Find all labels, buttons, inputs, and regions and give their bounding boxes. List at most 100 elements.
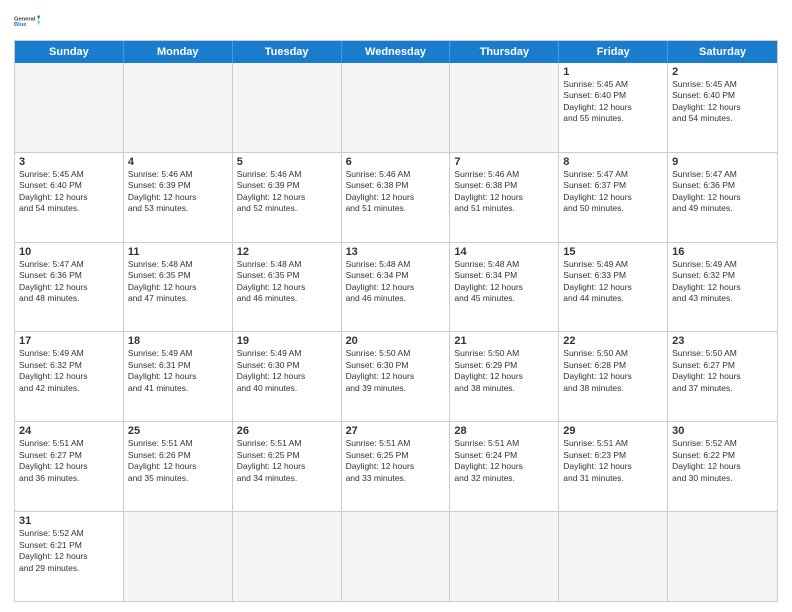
cell-date-number: 18 — [128, 335, 228, 347]
empty-cell — [124, 63, 233, 152]
cell-date-number: 5 — [237, 156, 337, 168]
cell-info: Sunrise: 5:48 AM Sunset: 6:34 PM Dayligh… — [454, 259, 554, 305]
cell-date-number: 25 — [128, 425, 228, 437]
cell-info: Sunrise: 5:51 AM Sunset: 6:25 PM Dayligh… — [237, 438, 337, 484]
date-cell-23: 23Sunrise: 5:50 AM Sunset: 6:27 PM Dayli… — [668, 332, 777, 421]
cell-info: Sunrise: 5:50 AM Sunset: 6:29 PM Dayligh… — [454, 348, 554, 394]
logo: GeneralBlue — [14, 10, 46, 34]
date-cell-19: 19Sunrise: 5:49 AM Sunset: 6:30 PM Dayli… — [233, 332, 342, 421]
cell-info: Sunrise: 5:49 AM Sunset: 6:31 PM Dayligh… — [128, 348, 228, 394]
cell-info: Sunrise: 5:51 AM Sunset: 6:25 PM Dayligh… — [346, 438, 446, 484]
cell-info: Sunrise: 5:46 AM Sunset: 6:39 PM Dayligh… — [128, 169, 228, 215]
cell-date-number: 11 — [128, 246, 228, 258]
calendar-row-5: 24Sunrise: 5:51 AM Sunset: 6:27 PM Dayli… — [15, 421, 777, 511]
empty-cell — [124, 512, 233, 601]
calendar-row-1: 1Sunrise: 5:45 AM Sunset: 6:40 PM Daylig… — [15, 63, 777, 152]
cell-date-number: 14 — [454, 246, 554, 258]
cell-date-number: 29 — [563, 425, 663, 437]
cell-date-number: 28 — [454, 425, 554, 437]
cell-date-number: 21 — [454, 335, 554, 347]
cell-info: Sunrise: 5:51 AM Sunset: 6:23 PM Dayligh… — [563, 438, 663, 484]
date-cell-29: 29Sunrise: 5:51 AM Sunset: 6:23 PM Dayli… — [559, 422, 668, 511]
cell-date-number: 15 — [563, 246, 663, 258]
cell-info: Sunrise: 5:50 AM Sunset: 6:28 PM Dayligh… — [563, 348, 663, 394]
cell-date-number: 2 — [672, 66, 773, 78]
date-cell-9: 9Sunrise: 5:47 AM Sunset: 6:36 PM Daylig… — [668, 153, 777, 242]
date-cell-20: 20Sunrise: 5:50 AM Sunset: 6:30 PM Dayli… — [342, 332, 451, 421]
cell-info: Sunrise: 5:47 AM Sunset: 6:36 PM Dayligh… — [19, 259, 119, 305]
date-cell-27: 27Sunrise: 5:51 AM Sunset: 6:25 PM Dayli… — [342, 422, 451, 511]
date-cell-18: 18Sunrise: 5:49 AM Sunset: 6:31 PM Dayli… — [124, 332, 233, 421]
calendar: SundayMondayTuesdayWednesdayThursdayFrid… — [14, 40, 778, 602]
cell-info: Sunrise: 5:52 AM Sunset: 6:22 PM Dayligh… — [672, 438, 773, 484]
cell-info: Sunrise: 5:46 AM Sunset: 6:38 PM Dayligh… — [454, 169, 554, 215]
cell-date-number: 16 — [672, 246, 773, 258]
cell-info: Sunrise: 5:51 AM Sunset: 6:26 PM Dayligh… — [128, 438, 228, 484]
cell-info: Sunrise: 5:46 AM Sunset: 6:38 PM Dayligh… — [346, 169, 446, 215]
cell-date-number: 19 — [237, 335, 337, 347]
cell-date-number: 22 — [563, 335, 663, 347]
cell-date-number: 26 — [237, 425, 337, 437]
date-cell-28: 28Sunrise: 5:51 AM Sunset: 6:24 PM Dayli… — [450, 422, 559, 511]
empty-cell — [450, 512, 559, 601]
svg-text:Blue: Blue — [14, 22, 26, 28]
page-header: GeneralBlue — [14, 10, 778, 34]
date-cell-15: 15Sunrise: 5:49 AM Sunset: 6:33 PM Dayli… — [559, 243, 668, 332]
date-cell-7: 7Sunrise: 5:46 AM Sunset: 6:38 PM Daylig… — [450, 153, 559, 242]
cell-date-number: 3 — [19, 156, 119, 168]
cell-info: Sunrise: 5:48 AM Sunset: 6:35 PM Dayligh… — [128, 259, 228, 305]
header-cell-saturday: Saturday — [668, 41, 777, 63]
empty-cell — [342, 512, 451, 601]
cell-info: Sunrise: 5:46 AM Sunset: 6:39 PM Dayligh… — [237, 169, 337, 215]
empty-cell — [233, 512, 342, 601]
empty-cell — [233, 63, 342, 152]
date-cell-16: 16Sunrise: 5:49 AM Sunset: 6:32 PM Dayli… — [668, 243, 777, 332]
cell-info: Sunrise: 5:45 AM Sunset: 6:40 PM Dayligh… — [672, 79, 773, 125]
logo-icon: GeneralBlue — [14, 10, 46, 34]
cell-info: Sunrise: 5:51 AM Sunset: 6:24 PM Dayligh… — [454, 438, 554, 484]
cell-info: Sunrise: 5:48 AM Sunset: 6:34 PM Dayligh… — [346, 259, 446, 305]
date-cell-10: 10Sunrise: 5:47 AM Sunset: 6:36 PM Dayli… — [15, 243, 124, 332]
date-cell-13: 13Sunrise: 5:48 AM Sunset: 6:34 PM Dayli… — [342, 243, 451, 332]
empty-cell — [668, 512, 777, 601]
date-cell-21: 21Sunrise: 5:50 AM Sunset: 6:29 PM Dayli… — [450, 332, 559, 421]
calendar-row-3: 10Sunrise: 5:47 AM Sunset: 6:36 PM Dayli… — [15, 242, 777, 332]
date-cell-26: 26Sunrise: 5:51 AM Sunset: 6:25 PM Dayli… — [233, 422, 342, 511]
cell-date-number: 30 — [672, 425, 773, 437]
cell-date-number: 6 — [346, 156, 446, 168]
calendar-header-row: SundayMondayTuesdayWednesdayThursdayFrid… — [15, 41, 777, 63]
cell-date-number: 12 — [237, 246, 337, 258]
empty-cell — [450, 63, 559, 152]
cell-date-number: 13 — [346, 246, 446, 258]
empty-cell — [342, 63, 451, 152]
cell-info: Sunrise: 5:45 AM Sunset: 6:40 PM Dayligh… — [563, 79, 663, 125]
cell-info: Sunrise: 5:51 AM Sunset: 6:27 PM Dayligh… — [19, 438, 119, 484]
cell-info: Sunrise: 5:50 AM Sunset: 6:27 PM Dayligh… — [672, 348, 773, 394]
header-cell-friday: Friday — [559, 41, 668, 63]
date-cell-14: 14Sunrise: 5:48 AM Sunset: 6:34 PM Dayli… — [450, 243, 559, 332]
cell-info: Sunrise: 5:45 AM Sunset: 6:40 PM Dayligh… — [19, 169, 119, 215]
header-cell-tuesday: Tuesday — [233, 41, 342, 63]
cell-date-number: 27 — [346, 425, 446, 437]
date-cell-12: 12Sunrise: 5:48 AM Sunset: 6:35 PM Dayli… — [233, 243, 342, 332]
calendar-row-6: 31Sunrise: 5:52 AM Sunset: 6:21 PM Dayli… — [15, 511, 777, 601]
cell-date-number: 31 — [19, 515, 119, 527]
cell-date-number: 8 — [563, 156, 663, 168]
date-cell-6: 6Sunrise: 5:46 AM Sunset: 6:38 PM Daylig… — [342, 153, 451, 242]
cell-info: Sunrise: 5:52 AM Sunset: 6:21 PM Dayligh… — [19, 528, 119, 574]
cell-info: Sunrise: 5:49 AM Sunset: 6:30 PM Dayligh… — [237, 348, 337, 394]
date-cell-17: 17Sunrise: 5:49 AM Sunset: 6:32 PM Dayli… — [15, 332, 124, 421]
date-cell-8: 8Sunrise: 5:47 AM Sunset: 6:37 PM Daylig… — [559, 153, 668, 242]
cell-info: Sunrise: 5:47 AM Sunset: 6:36 PM Dayligh… — [672, 169, 773, 215]
calendar-row-2: 3Sunrise: 5:45 AM Sunset: 6:40 PM Daylig… — [15, 152, 777, 242]
cell-info: Sunrise: 5:47 AM Sunset: 6:37 PM Dayligh… — [563, 169, 663, 215]
header-cell-thursday: Thursday — [450, 41, 559, 63]
date-cell-22: 22Sunrise: 5:50 AM Sunset: 6:28 PM Dayli… — [559, 332, 668, 421]
header-cell-wednesday: Wednesday — [342, 41, 451, 63]
header-cell-monday: Monday — [124, 41, 233, 63]
cell-date-number: 4 — [128, 156, 228, 168]
cell-date-number: 1 — [563, 66, 663, 78]
cell-date-number: 24 — [19, 425, 119, 437]
date-cell-5: 5Sunrise: 5:46 AM Sunset: 6:39 PM Daylig… — [233, 153, 342, 242]
cell-date-number: 17 — [19, 335, 119, 347]
